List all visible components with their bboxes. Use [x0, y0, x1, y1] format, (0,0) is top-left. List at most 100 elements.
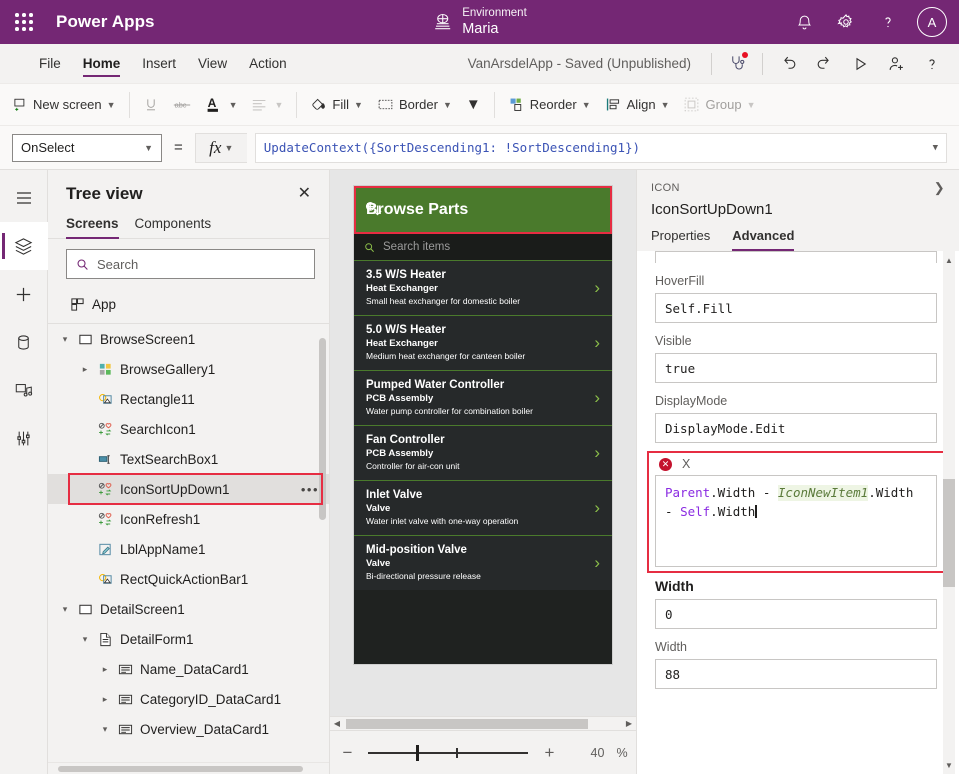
menu-item-view[interactable]: View [187, 44, 238, 83]
gallery-item[interactable]: Mid-position ValveValveBi-directional pr… [354, 535, 612, 590]
app-preview-screen[interactable]: Browse Parts Search items 3.5 W/S Heater… [354, 186, 612, 664]
chevron-right-icon[interactable]: ❯ [934, 180, 945, 196]
app-launcher-icon[interactable] [0, 0, 48, 44]
tree-item-browsegallery1[interactable]: ▸BrowseGallery1 [48, 354, 329, 384]
chevron-right-icon[interactable]: › [594, 388, 600, 408]
tree-item-iconrefresh1[interactable]: IconRefresh1 [48, 504, 329, 534]
gear-icon[interactable] [827, 3, 865, 41]
caret-right-icon[interactable]: ▸ [96, 694, 114, 705]
tree-item-overview_datacard1[interactable]: ▾Overview_DataCard1 [48, 714, 329, 744]
border-button[interactable]: Border ▼ [370, 92, 459, 117]
close-icon[interactable]: ✕ [294, 184, 315, 204]
bell-icon[interactable] [785, 3, 823, 41]
more-options-icon[interactable]: ••• [301, 482, 319, 497]
gallery-item[interactable]: Fan ControllerPCB AssemblyController for… [354, 425, 612, 480]
app-header-bar[interactable]: Browse Parts [354, 186, 612, 234]
gallery-item[interactable]: Pumped Water ControllerPCB AssemblyWater… [354, 370, 612, 425]
canvas-hscrollbar-thumb[interactable] [346, 719, 588, 729]
gallery-item[interactable]: Inlet ValveValveWater inlet valve with o… [354, 480, 612, 535]
tree-hscrollbar-thumb[interactable] [58, 766, 303, 772]
property-dropdown[interactable]: OnSelect ▼ [12, 134, 162, 162]
tree-item-lblappname1[interactable]: LblAppName1 [48, 534, 329, 564]
font-color-button[interactable]: A ▼ [198, 91, 245, 118]
app-search-box[interactable]: Search items [354, 234, 612, 260]
tree-item-browsescreen1[interactable]: ▾BrowseScreen1 [48, 324, 329, 354]
caret-down-icon[interactable]: ▾ [96, 724, 114, 735]
tree-item-detailscreen1[interactable]: ▾DetailScreen1 [48, 594, 329, 624]
canvas-area[interactable]: Browse Parts Search items 3.5 W/S Heater… [330, 170, 636, 716]
chevron-right-icon[interactable]: › [594, 553, 600, 573]
menu-item-home[interactable]: Home [72, 44, 132, 83]
new-screen-button[interactable]: New screen ▼ [6, 93, 123, 116]
tree-item-categoryid_datacard1[interactable]: ▸CategoryID_DataCard1 [48, 684, 329, 714]
tab-properties[interactable]: Properties [651, 228, 710, 251]
sort-up-down-icon[interactable] [364, 200, 382, 220]
x-property-formula-input[interactable]: Parent.Width - IconNewItem1.Width- Self.… [655, 475, 937, 567]
chevron-right-icon[interactable]: › [594, 333, 600, 353]
fx-button[interactable]: fx ▼ [195, 133, 247, 163]
zoom-in-icon[interactable]: + [540, 743, 558, 763]
undo-button[interactable] [771, 49, 805, 79]
zoom-out-icon[interactable]: − [338, 743, 356, 763]
menu-item-insert[interactable]: Insert [131, 44, 187, 83]
tree-view-layers-icon[interactable] [0, 222, 48, 270]
formula-input[interactable]: UpdateContext({SortDescending1: !SortDes… [255, 133, 947, 163]
properties-scrollbar-thumb[interactable] [943, 479, 955, 587]
caret-right-icon[interactable]: ▸ [76, 364, 94, 375]
tree-item-textsearchbox1[interactable]: TextSearchBox1 [48, 444, 329, 474]
tab-components[interactable]: Components [135, 216, 212, 238]
preview-button[interactable] [843, 49, 877, 79]
hamburger-menu-icon[interactable] [0, 174, 48, 222]
chevron-right-icon[interactable]: › [594, 278, 600, 298]
redo-button[interactable] [807, 49, 841, 79]
tree-item-detailform1[interactable]: ▾DetailForm1 [48, 624, 329, 654]
caret-down-icon[interactable]: ▾ [76, 634, 94, 645]
underline-button[interactable] [136, 93, 166, 117]
reorder-button[interactable]: Reorder ▼ [501, 92, 598, 117]
app-checker-button[interactable] [720, 49, 754, 79]
strikethrough-button[interactable]: abc [166, 94, 198, 116]
tree-item-rectquickactionbar1[interactable]: RectQuickActionBar1 [48, 564, 329, 594]
data-database-icon[interactable] [0, 318, 48, 366]
partial-field-above[interactable] [655, 251, 937, 263]
group-button[interactable]: Group ▼ [676, 92, 762, 117]
canvas-hscrollbar[interactable]: ◀ ▶ [330, 716, 636, 730]
property-input-width[interactable]: 88 [655, 659, 937, 689]
fill-button[interactable]: Fill ▼ [303, 92, 370, 117]
property-input-width[interactable]: 0 [655, 599, 937, 629]
media-icon[interactable] [0, 366, 48, 414]
gallery-item[interactable]: 5.0 W/S HeaterHeat ExchangerMedium heat … [354, 315, 612, 370]
tree-hscrollbar[interactable] [48, 762, 329, 774]
caret-down-icon[interactable]: ▾ [56, 334, 74, 345]
caret-down-icon[interactable]: ▾ [56, 604, 74, 615]
align-button[interactable]: Align ▼ [598, 92, 677, 117]
tree-scrollbar-thumb[interactable] [319, 338, 326, 520]
property-input-hoverfill[interactable]: Self.Fill [655, 293, 937, 323]
share-button[interactable] [879, 49, 913, 79]
caret-right-icon[interactable]: ▸ [96, 664, 114, 675]
menu-item-file[interactable]: File [28, 44, 72, 83]
tree-item-app[interactable]: App [48, 289, 329, 319]
scroll-left-arrow-icon[interactable]: ◀ [330, 719, 344, 728]
tree-item-searchicon1[interactable]: SearchIcon1 [48, 414, 329, 444]
chevron-right-icon[interactable]: › [594, 443, 600, 463]
zoom-slider[interactable] [368, 752, 528, 754]
insert-plus-icon[interactable] [0, 270, 48, 318]
scroll-up-arrow-icon[interactable]: ▲ [943, 253, 955, 267]
tree-item-iconsortupdown1[interactable]: IconSortUpDown1••• [48, 474, 329, 504]
advanced-tools-icon[interactable] [0, 414, 48, 462]
canvas-hscrollbar-track[interactable] [344, 719, 622, 729]
more-options-button[interactable]: ▼ [459, 92, 488, 117]
tab-screens[interactable]: Screens [66, 216, 119, 238]
tab-advanced[interactable]: Advanced [732, 228, 794, 251]
environment-selector[interactable]: Environment Maria [432, 6, 527, 39]
chevron-right-icon[interactable]: › [594, 498, 600, 518]
scroll-right-arrow-icon[interactable]: ▶ [622, 719, 636, 728]
align-text-button[interactable]: ▼ [244, 93, 290, 117]
search-input[interactable]: Search [66, 249, 315, 279]
scroll-down-arrow-icon[interactable]: ▼ [943, 758, 955, 772]
help-button[interactable] [915, 49, 949, 79]
avatar[interactable]: A [917, 7, 947, 37]
property-input-displaymode[interactable]: DisplayMode.Edit [655, 413, 937, 443]
property-input-visible[interactable]: true [655, 353, 937, 383]
